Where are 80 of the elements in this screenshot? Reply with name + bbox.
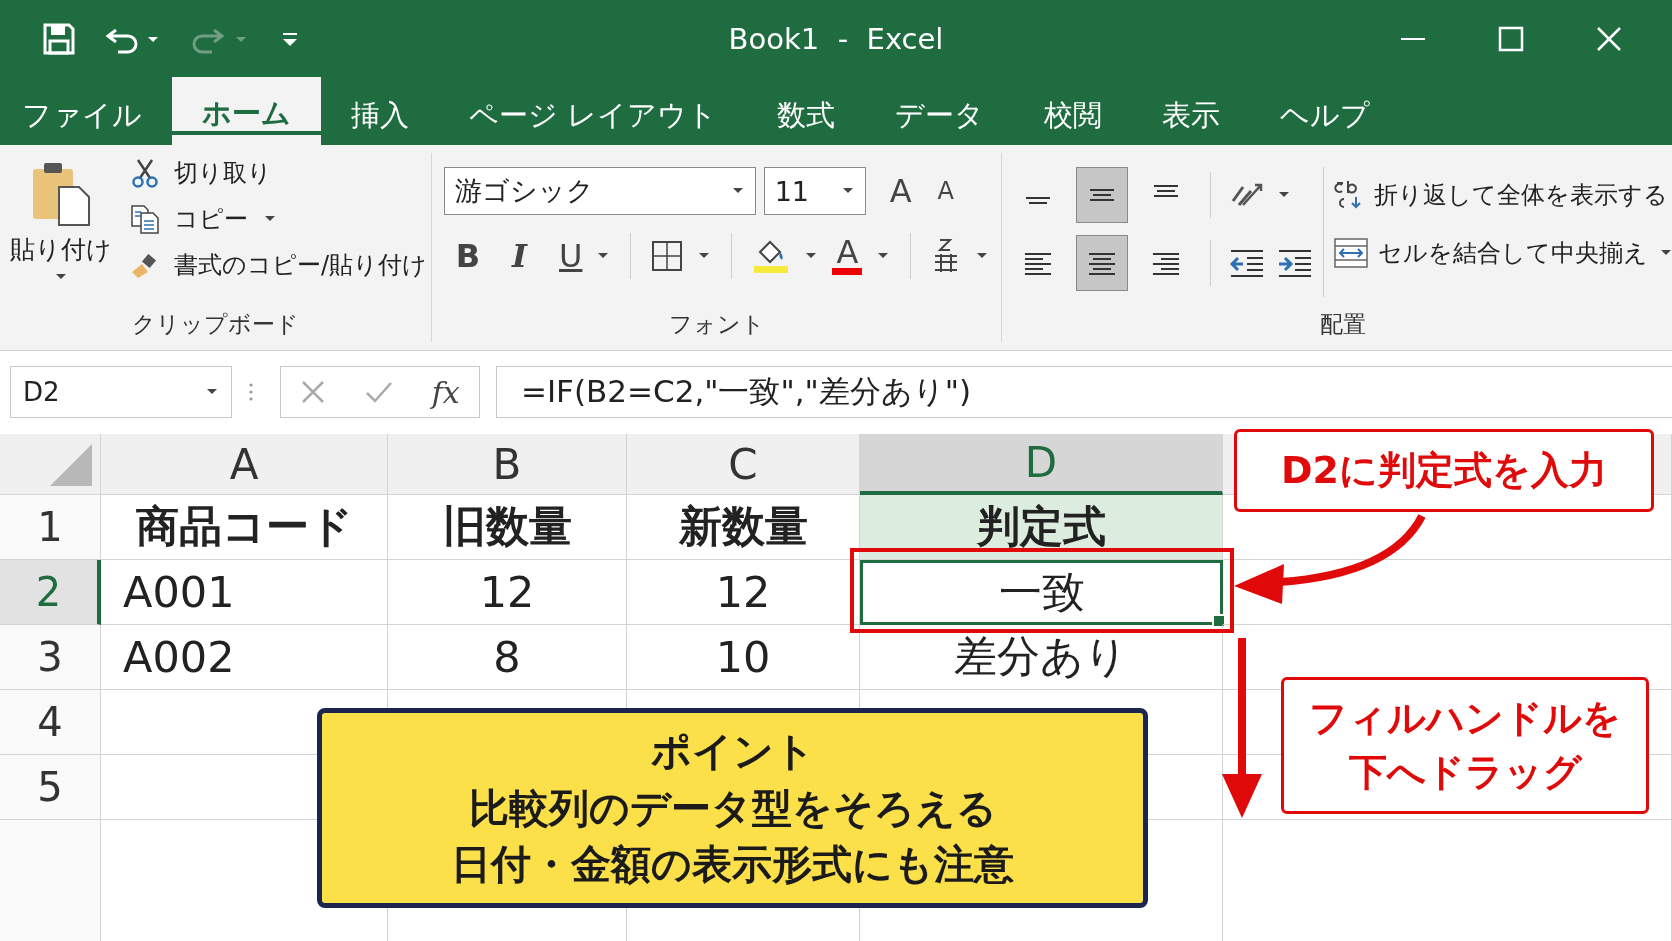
caret-icon[interactable] [596, 251, 611, 261]
table-cell: 8 [388, 625, 627, 690]
table-cell: 12 [627, 560, 860, 625]
paste-button[interactable]: 貼り付け [10, 153, 112, 282]
formula-field[interactable]: =IF(B2=C2,"一致","差分あり") [496, 366, 1672, 418]
format-painter-button[interactable]: 書式のコピー/貼り付け [130, 249, 428, 281]
wrap-text-icon [1334, 179, 1364, 211]
decrease-font-button[interactable]: A [937, 179, 954, 203]
align-lines-icon [1154, 185, 1178, 197]
merge-cells-icon [1334, 238, 1368, 268]
caret-icon[interactable] [876, 251, 891, 261]
ribbon-tab[interactable]: ファイル [0, 77, 172, 145]
scissors-icon [130, 158, 160, 188]
ribbon-tab[interactable]: ページ レイアウト [439, 77, 748, 145]
copy-icon [130, 204, 160, 234]
row-header[interactable]: 3 [0, 625, 101, 690]
column-header[interactable]: D [860, 434, 1223, 495]
table-cell: 一致 [860, 560, 1223, 625]
copy-button[interactable]: コピー [130, 203, 428, 235]
fill-color-icon[interactable] [752, 238, 791, 274]
column-header[interactable]: A [101, 434, 388, 495]
note-title: ポイント [650, 726, 815, 776]
insert-function-button[interactable]: fx [431, 374, 460, 410]
row-header[interactable]: 1 [0, 495, 101, 560]
group-label: 配置 [1320, 310, 1366, 339]
caret-icon [54, 272, 68, 282]
drag-handle-icon[interactable] [248, 381, 254, 403]
ribbon-tab[interactable]: 表示 [1132, 77, 1251, 145]
font-name-dropdown[interactable]: 游ゴシック [443, 167, 756, 215]
callout-label: フィルハンドルを 下へドラッグ [1281, 677, 1649, 814]
table-cell: A002 [101, 625, 388, 690]
cut-button[interactable]: 切り取り [130, 157, 428, 189]
increase-indent-icon[interactable] [1277, 248, 1313, 278]
group-label: フォント [668, 310, 765, 339]
ribbon-tab[interactable]: 校閲 [1014, 77, 1133, 145]
merge-center-button[interactable]: セルを結合して中央揃え [1334, 237, 1672, 269]
caret-icon [205, 387, 219, 397]
table-cell: 差分あり [860, 625, 1223, 690]
caret-icon[interactable] [975, 251, 990, 261]
close-icon[interactable] [1596, 25, 1622, 52]
font-size-dropdown[interactable]: 11 [763, 167, 866, 215]
table-cell: 12 [388, 560, 627, 625]
underline-button[interactable]: U [559, 240, 583, 272]
ribbon-tab[interactable]: ヘルプ [1250, 77, 1401, 145]
maximize-icon[interactable] [1498, 25, 1524, 52]
row-header[interactable]: 5 [0, 755, 101, 820]
increase-font-button[interactable]: A [889, 175, 912, 207]
align-lines-icon [1090, 189, 1114, 201]
table-cell: 10 [627, 625, 860, 690]
callout-label: D2に判定式を入力 [1234, 429, 1654, 512]
wrap-text-button[interactable]: 折り返して全体を表示する [1334, 179, 1672, 211]
table-cell: 商品コード [101, 495, 388, 560]
caret-icon[interactable] [1277, 190, 1291, 200]
align-lines-icon [1026, 196, 1050, 204]
decrease-indent-icon[interactable] [1229, 248, 1265, 278]
vertical-align-button[interactable] [1076, 167, 1128, 223]
save-icon[interactable] [42, 21, 76, 56]
group-label: クリップボード [132, 310, 299, 339]
note-text: 比較列のデータ型をそろえる [468, 783, 997, 833]
font-color-button[interactable]: A [832, 237, 863, 275]
ribbon-tab[interactable]: 挿入 [321, 77, 439, 145]
table-cell: A001 [101, 560, 388, 625]
column-header[interactable]: C [627, 434, 860, 495]
horizontal-align-button[interactable] [1076, 235, 1128, 291]
bold-button[interactable]: B [455, 240, 481, 272]
ribbon-tab[interactable]: データ [865, 77, 1015, 145]
note-text: 日付・金額の表示形式にも注意 [451, 840, 1014, 890]
caret-icon[interactable] [804, 251, 819, 261]
ribbon-tab[interactable]: 数式 [747, 77, 866, 145]
row-header[interactable]: 4 [0, 690, 101, 755]
caret-icon[interactable] [697, 251, 712, 261]
table-cell: 判定式 [860, 495, 1223, 560]
borders-icon[interactable] [651, 240, 684, 272]
name-box[interactable]: D2 [10, 366, 232, 418]
window-title: Book1 - Excel [728, 21, 944, 56]
row-header[interactable]: 2 [0, 560, 101, 625]
ribbon-tab[interactable]: ホーム [172, 77, 321, 145]
italic-button[interactable]: I [512, 240, 527, 272]
column-header[interactable]: B [388, 434, 627, 495]
table-cell: 旧数量 [388, 495, 627, 560]
